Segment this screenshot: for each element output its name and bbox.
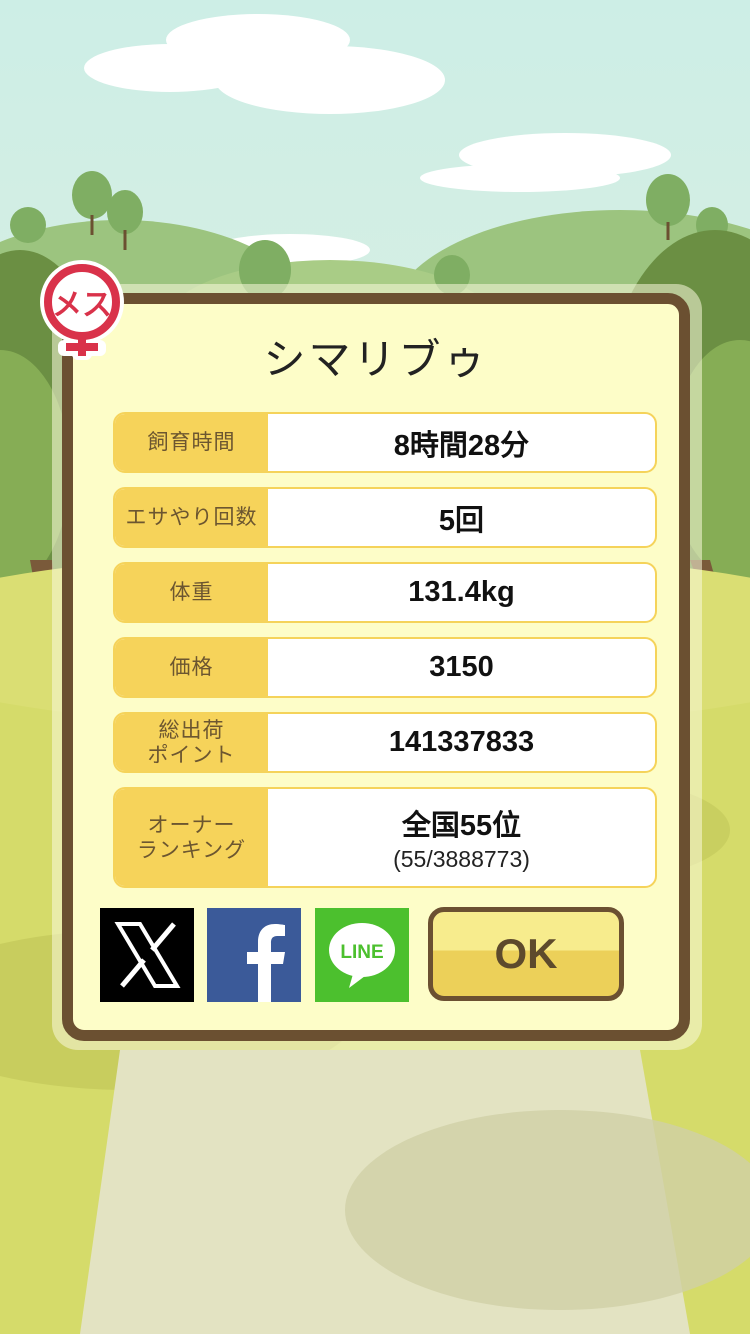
stat-label: 飼育時間 (115, 414, 268, 471)
stat-row-rearing-time: 飼育時間 8時間28分 (113, 412, 657, 473)
x-logo-icon (114, 922, 181, 988)
stat-label: オーナー ランキング (115, 789, 268, 886)
facebook-logo-icon (247, 924, 285, 1002)
ranking-value: 全国55位 (401, 810, 522, 842)
ok-button[interactable]: OK (428, 907, 624, 1001)
gender-badge-text: メス (52, 288, 112, 323)
stat-row-weight: 体重 131.4kg (113, 562, 657, 623)
stat-value: 3150 (429, 651, 494, 683)
stat-label-line: ランキング (136, 837, 247, 862)
line-logo-icon: LINE (329, 923, 395, 988)
profile-dialog: シマリブゥ 飼育時間 8時間28分 エサやり回数 5回 体重 131.4kg 価… (62, 293, 690, 1041)
stat-label-line: ポイント (147, 742, 236, 767)
share-facebook-button[interactable] (207, 908, 301, 1002)
share-x-button[interactable] (100, 908, 194, 1002)
stat-row-owner-ranking: オーナー ランキング 全国55位 (55/3888773) (113, 787, 657, 888)
stat-label-line: オーナー (147, 812, 236, 837)
ranking-detail: (55/3888773) (393, 846, 530, 872)
stat-value: 131.4kg (408, 576, 515, 608)
stat-value: 141337833 (388, 726, 535, 758)
stat-row-total-shipping-points: 総出荷 ポイント 141337833 (113, 712, 657, 773)
stat-label: 総出荷 ポイント (115, 714, 268, 771)
stat-row-price: 価格 3150 (113, 637, 657, 698)
stat-value: 5回 (438, 504, 485, 537)
share-line-button[interactable]: LINE (315, 908, 409, 1002)
stat-label-line: 総出荷 (158, 717, 225, 742)
female-badge-icon: メス (40, 260, 124, 360)
stat-label: 体重 (115, 564, 268, 621)
stat-value: 全国55位 (55/3888773) (268, 789, 655, 886)
pig-name-title: シマリブゥ (263, 335, 489, 384)
stat-label: エサやり回数 (115, 489, 268, 546)
stat-label: 価格 (115, 639, 268, 696)
ok-button-label: OK (494, 930, 558, 977)
line-logo-text: LINE (340, 942, 383, 963)
stat-value: 8時間28分 (393, 429, 530, 462)
stat-row-feed-count: エサやり回数 5回 (113, 487, 657, 548)
